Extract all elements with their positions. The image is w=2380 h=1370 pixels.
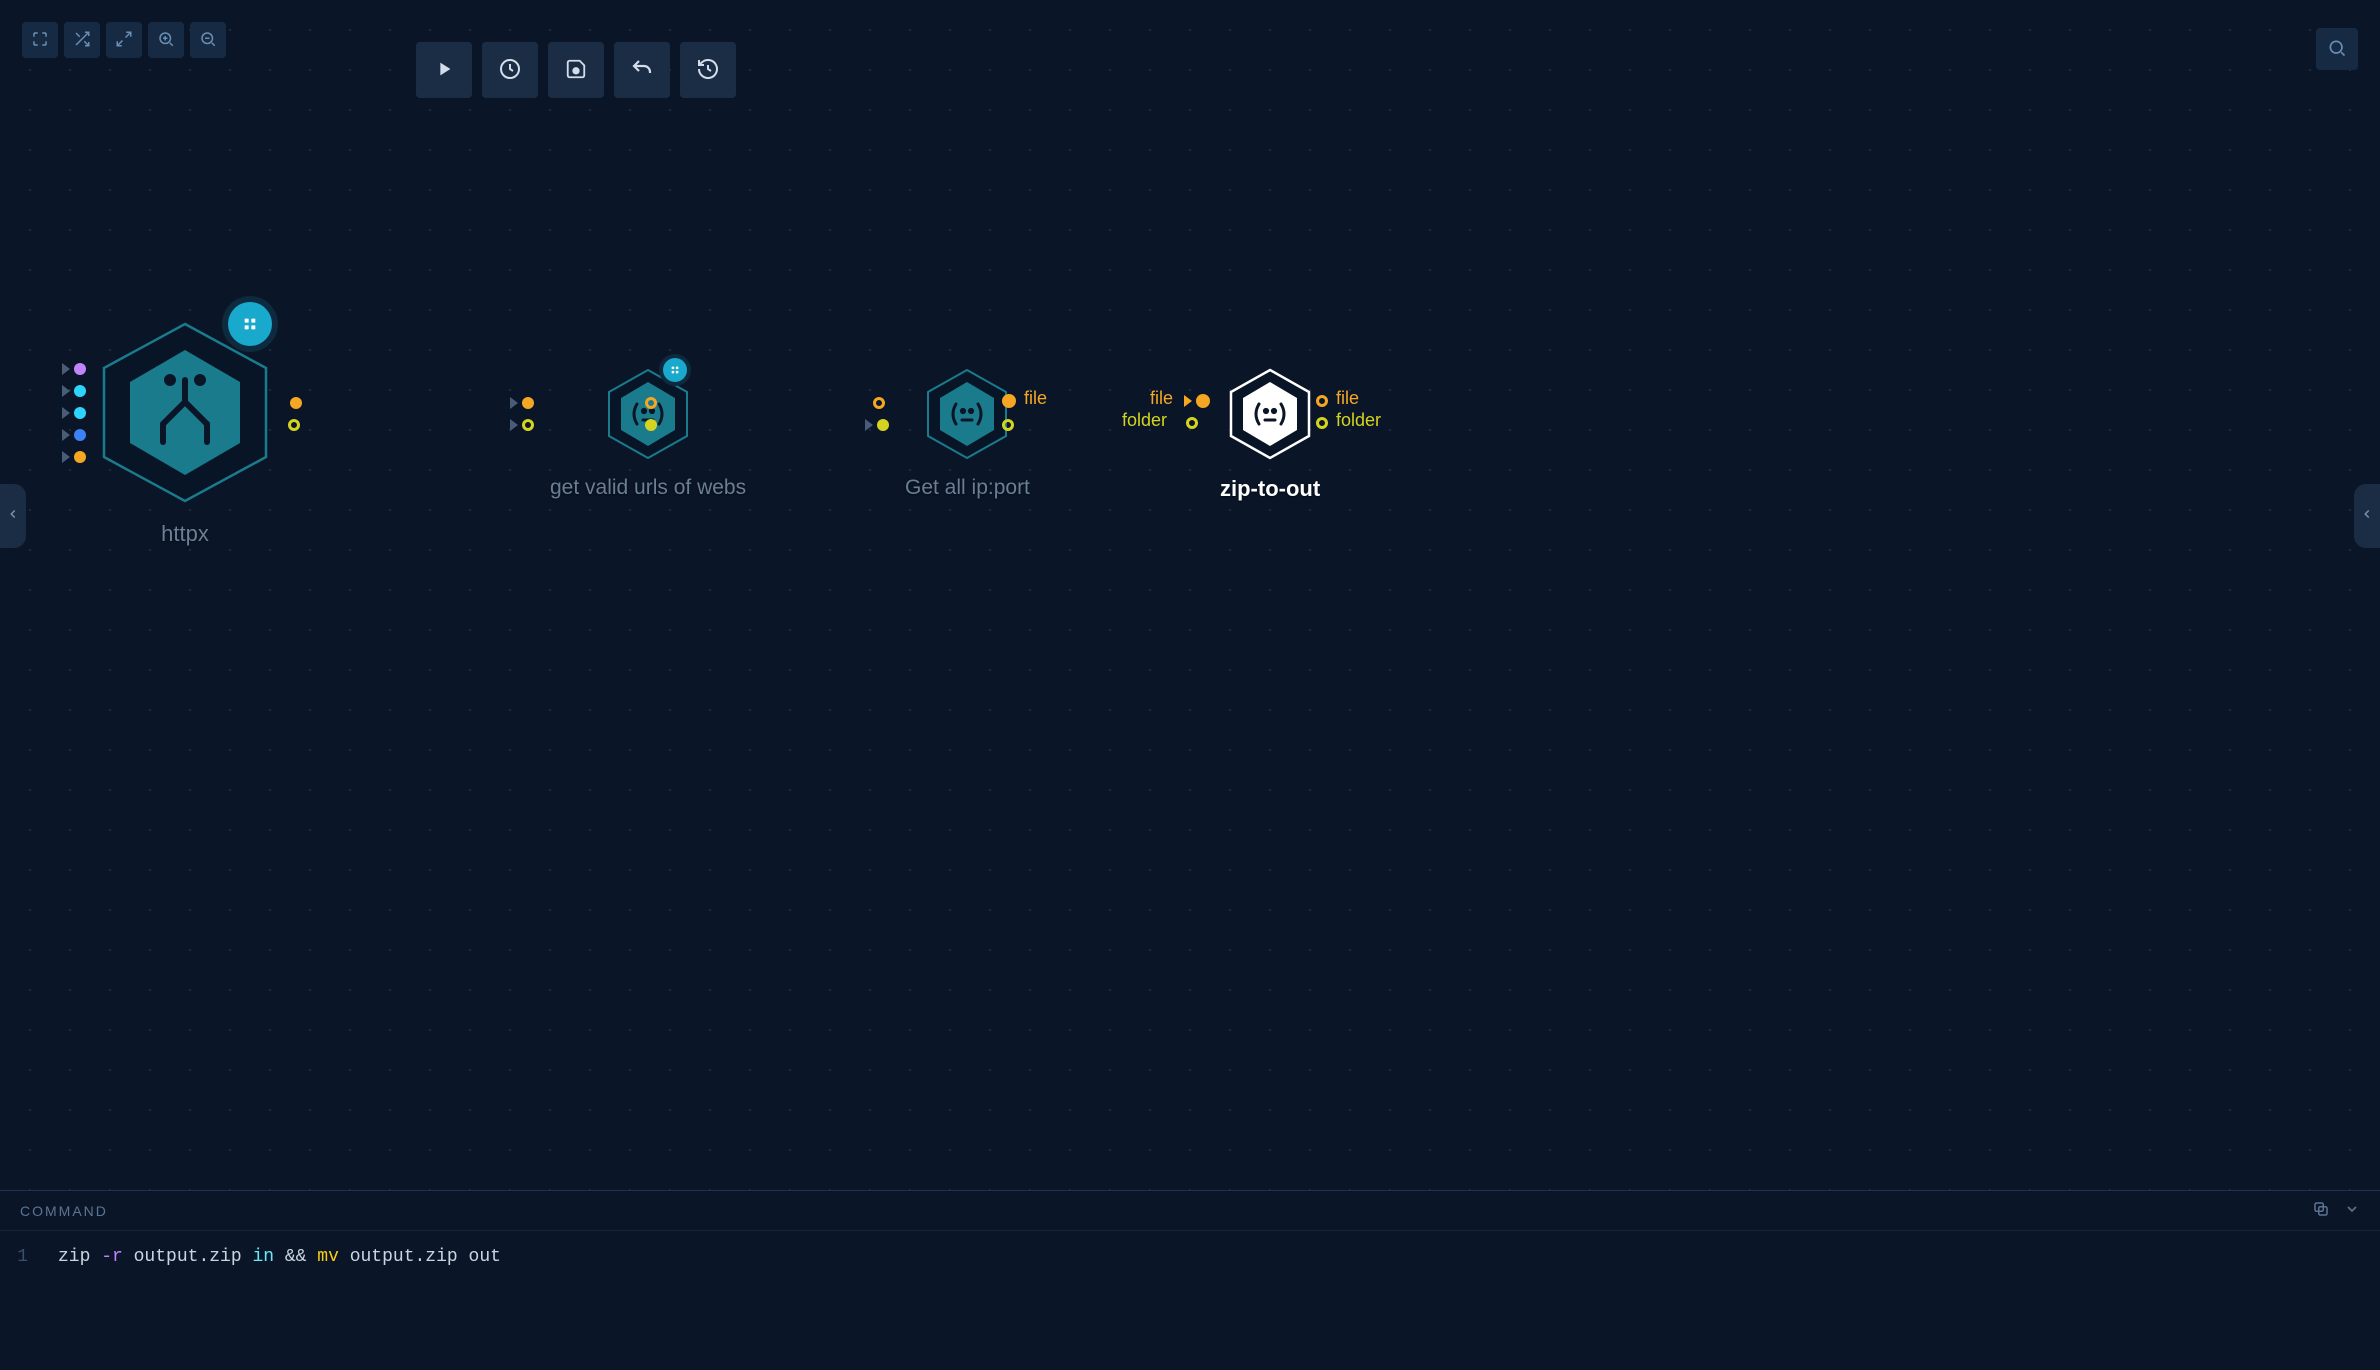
line-number: 1 [0,1247,58,1267]
node-validurls-output-port-1[interactable] [645,396,657,410]
node-zip-input-port-folder[interactable] [1186,416,1198,430]
node-apps-badge[interactable] [228,302,272,346]
chevron-left-icon [2360,507,2374,526]
code-line: 1 zip -r output.zip in && mv output.zip … [0,1247,2380,1267]
command-panel-header: COMMAND [0,1191,2380,1231]
node-ipport-output-port-folder[interactable] [1002,418,1014,432]
node-httpx-input-port-2[interactable] [62,384,86,398]
schedule-button[interactable] [482,42,538,98]
zoom-out-icon [199,30,217,51]
node-hexagon [607,368,689,460]
node-apps-badge[interactable] [663,358,687,382]
command-panel: COMMAND 1 zip -r output.zip in && mv out… [0,1190,2380,1370]
node-ipport-output-port-file[interactable] [1002,394,1016,408]
undo-button[interactable] [614,42,670,98]
shuffle-button[interactable] [64,22,100,58]
node-httpx-input-port-4[interactable] [62,428,86,442]
node-ipport-input-port-2[interactable] [865,418,889,432]
undo-icon [630,57,654,84]
fullscreen-icon [31,30,49,51]
run-button[interactable] [416,42,472,98]
node-httpx-input-port-3[interactable] [62,406,86,420]
play-icon [433,58,455,83]
command-panel-title: COMMAND [20,1203,108,1219]
node-ipport-input-port-1[interactable] [873,396,885,410]
node-label: Get all ip:port [905,476,1030,500]
port-label: file [1336,388,1359,409]
node-hexagon [100,320,270,505]
node-hexagon [926,368,1008,460]
node-validurls-input-port[interactable] [510,396,534,410]
node-httpx-input-port-5[interactable] [62,450,86,464]
zoom-in-icon [157,30,175,51]
chevron-left-icon [6,507,20,526]
view-toolbar [22,22,226,58]
expand-button[interactable] [106,22,142,58]
workflow-canvas[interactable]: httpx get valid urls of webs [0,0,2380,1190]
copy-icon [2312,1200,2330,1221]
node-zip-to-out[interactable]: zip-to-out [1220,368,1320,502]
port-label: file [1024,388,1047,409]
fit-view-button[interactable] [22,22,58,58]
node-label: httpx [161,521,209,547]
right-drawer-toggle[interactable] [2354,484,2380,548]
node-hexagon [1229,368,1311,460]
shuffle-icon [73,30,91,51]
port-label: folder [1122,410,1167,431]
left-drawer-toggle[interactable] [0,484,26,548]
port-label: folder [1336,410,1381,431]
node-httpx-output-port-1[interactable] [290,396,302,410]
zoom-in-button[interactable] [148,22,184,58]
code-content: zip -r output.zip in && mv output.zip ou… [58,1247,501,1267]
node-httpx[interactable]: httpx [100,320,270,547]
save-button[interactable] [548,42,604,98]
port-label: file [1150,388,1173,409]
node-ip-port[interactable]: Get all ip:port [905,368,1030,500]
node-zip-output-port-folder[interactable] [1316,416,1328,430]
node-zip-input-port-file[interactable] [1184,394,1210,408]
node-validurls-input-port-2[interactable] [510,418,534,432]
history-button[interactable] [680,42,736,98]
history-icon [696,57,720,84]
clock-icon [498,57,522,84]
action-toolbar [416,42,736,98]
node-valid-urls[interactable]: get valid urls of webs [550,368,746,500]
node-label: get valid urls of webs [550,476,746,500]
zoom-out-button[interactable] [190,22,226,58]
node-httpx-output-port-2[interactable] [288,418,300,432]
copy-command-button[interactable] [2312,1200,2330,1221]
node-label: zip-to-out [1220,476,1320,502]
search-button[interactable] [2316,28,2358,70]
save-icon [565,58,587,83]
search-icon [2327,38,2347,61]
node-zip-output-port-file[interactable] [1316,394,1328,408]
node-httpx-input-port-1[interactable] [62,362,86,376]
expand-icon [115,30,133,51]
chevron-down-icon [2344,1201,2360,1220]
node-validurls-output-port-2[interactable] [645,418,657,432]
expand-command-button[interactable] [2344,1201,2360,1220]
command-editor[interactable]: 1 zip -r output.zip in && mv output.zip … [0,1231,2380,1370]
